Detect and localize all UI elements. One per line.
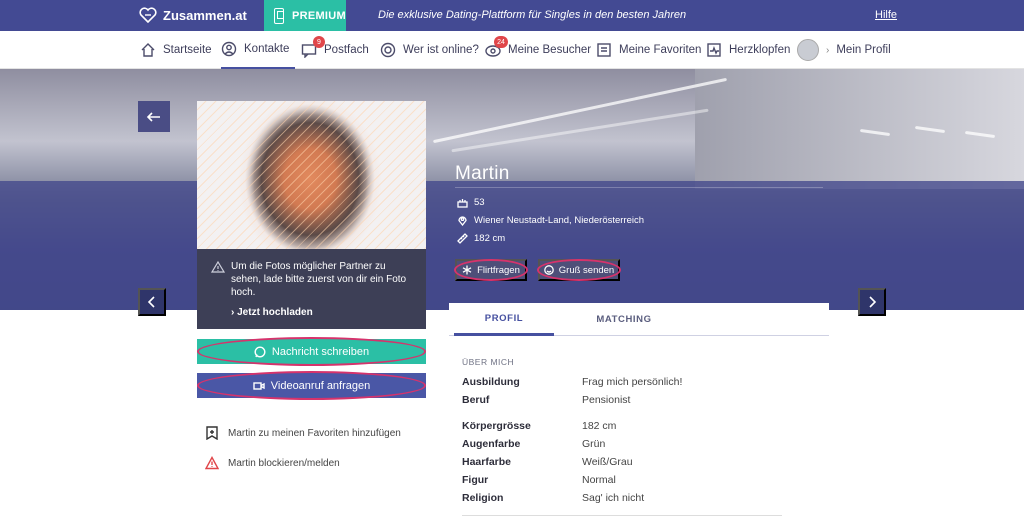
home-icon: [141, 43, 155, 57]
nav-item-kontakte[interactable]: Kontakte: [221, 31, 296, 69]
highlight-ring: [197, 337, 426, 366]
chevron-left-icon: [147, 296, 155, 308]
nav-item-besucher[interactable]: 24 Meine Besucher: [485, 31, 591, 69]
heart-logo-icon: [139, 7, 157, 23]
flirt-questions-button[interactable]: Flirtfragen: [454, 259, 528, 281]
profile-height: 182 cm: [457, 233, 505, 244]
location-pin-icon: [458, 216, 467, 226]
detail-key: Augenfarbe: [462, 438, 521, 450]
nav-item-herzklopfen[interactable]: Herzklopfen: [706, 31, 790, 69]
chevron-right-icon: ›: [826, 44, 830, 56]
section-title: ÜBER MICH: [462, 357, 515, 367]
divider: [462, 515, 782, 516]
nav-item-mein-profil[interactable]: › Mein Profil: [797, 31, 891, 69]
detail-value: Sag' ich nicht: [582, 492, 645, 504]
detail-key: Religion: [462, 492, 504, 504]
nav-label: Meine Besucher: [508, 44, 592, 56]
nav-label: Kontakte: [244, 43, 290, 55]
main-nav: Startseite Kontakte 9 Postfach Wer ist o…: [0, 31, 1024, 69]
bookmark-plus-icon: [206, 426, 218, 440]
photo-upload-notice: Um die Fotos möglicher Partner zu sehen,…: [197, 249, 426, 329]
online-icon: [380, 42, 396, 58]
mail-badge: 9: [313, 36, 325, 48]
ruler-icon: [457, 233, 468, 244]
detail-key: Ausbildung: [462, 376, 520, 388]
help-link[interactable]: Hilfe: [875, 9, 897, 21]
video-call-button[interactable]: Videoanruf anfragen: [197, 371, 426, 400]
cake-icon: [457, 199, 468, 208]
nav-label: Startseite: [163, 44, 212, 56]
detail-value: Normal: [582, 474, 616, 486]
age-value: 53: [474, 197, 485, 208]
logo[interactable]: Zusammen.at: [139, 7, 247, 23]
add-favorite-link[interactable]: Martin zu meinen Favoriten hinzufügen: [205, 426, 401, 440]
highlight-ring: [537, 259, 621, 281]
nav-item-favoriten[interactable]: Meine Favoriten: [596, 31, 701, 69]
notice-text: Um die Fotos möglicher Partner zu sehen,…: [231, 261, 407, 298]
photo-blur-pattern: [197, 101, 426, 249]
block-report-link[interactable]: Martin blockieren/melden: [205, 456, 340, 470]
logo-text: Zusammen.at: [163, 7, 247, 23]
profile-photo-blurred: [197, 101, 426, 249]
previous-profile-button[interactable]: [138, 288, 166, 316]
detail-key: Haarfarbe: [462, 456, 512, 468]
detail-key: Beruf: [462, 394, 490, 406]
warning-icon: [211, 261, 225, 273]
detail-value: 182 cm: [582, 420, 617, 432]
profile-age: 53: [457, 197, 485, 208]
nav-label: Mein Profil: [836, 44, 891, 56]
back-button[interactable]: [138, 101, 170, 132]
block-report-label: Martin blockieren/melden: [228, 457, 340, 469]
highlight-ring: [454, 259, 528, 281]
nav-label: Herzklopfen: [729, 44, 791, 56]
nav-item-startseite[interactable]: Startseite: [140, 31, 212, 69]
nav-item-online[interactable]: Wer ist online?: [380, 31, 479, 69]
upload-link[interactable]: › Jetzt hochladen: [231, 306, 313, 319]
visitors-badge: 24: [494, 36, 508, 48]
tagline: Die exklusive Dating-Plattform für Singl…: [378, 9, 687, 21]
nav-label: Postfach: [324, 44, 369, 56]
chevron-right-icon: [869, 296, 877, 308]
divider: [455, 187, 823, 188]
premium-icon: [274, 7, 284, 24]
profile-name: Martin: [455, 163, 510, 184]
tab-matching[interactable]: MATCHING: [564, 303, 684, 336]
heartbeat-icon: [707, 43, 721, 57]
upload-link-label: Jetzt hochladen: [237, 307, 313, 318]
user-icon: [221, 41, 237, 57]
favorites-icon: [597, 43, 611, 57]
nav-label: Wer ist online?: [403, 44, 479, 56]
height-value: 182 cm: [474, 233, 506, 244]
detail-key: Figur: [462, 474, 489, 486]
premium-button[interactable]: PREMIUM: [264, 0, 346, 31]
detail-key: Körpergrösse: [462, 420, 531, 432]
send-greeting-button[interactable]: Gruß senden: [537, 259, 621, 281]
location-value: Wiener Neustadt-Land, Niederösterreich: [474, 215, 645, 226]
detail-value: Pensionist: [582, 394, 631, 406]
nav-label: Meine Favoriten: [619, 44, 702, 56]
avatar: [797, 39, 819, 61]
premium-label: PREMIUM: [291, 9, 346, 22]
add-favorite-label: Martin zu meinen Favoriten hinzufügen: [228, 427, 401, 439]
top-bar: Zusammen.at PREMIUM Die exklusive Dating…: [0, 0, 1024, 31]
detail-value: Frag mich persönlich!: [582, 376, 683, 388]
detail-value: Grün: [582, 438, 606, 450]
nav-item-postfach[interactable]: 9 Postfach: [301, 31, 369, 69]
light-streak: [432, 77, 728, 144]
write-message-button[interactable]: Nachricht schreiben: [197, 337, 426, 366]
highlight-ring: [197, 371, 426, 400]
next-profile-button[interactable]: [858, 288, 886, 316]
tab-profil[interactable]: PROFIL: [454, 303, 554, 336]
profile-tabs: PROFIL MATCHING: [449, 303, 829, 336]
warning-icon: [205, 456, 219, 470]
profile-location: Wiener Neustadt-Land, Niederösterreich: [457, 215, 644, 226]
arrow-left-icon: [146, 111, 160, 122]
detail-value: Weiß/Grau: [582, 456, 633, 468]
